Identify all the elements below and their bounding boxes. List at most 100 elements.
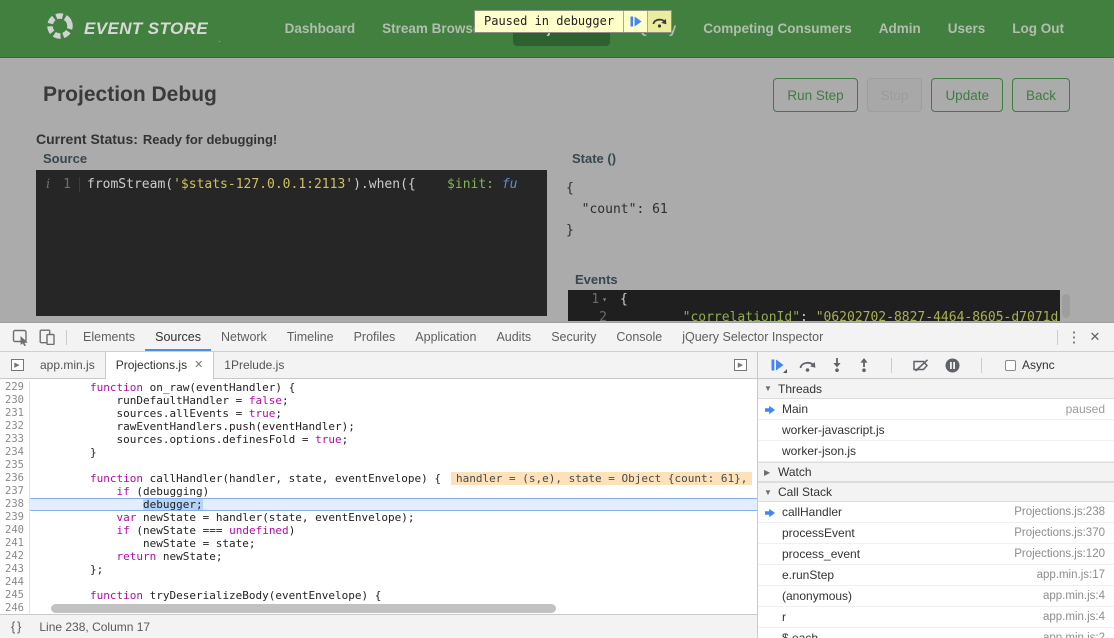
nav-item-competing-consumers[interactable]: Competing Consumers [703, 21, 852, 36]
nav-item-log-out[interactable]: Log Out [1012, 21, 1064, 36]
step-over-button[interactable] [799, 359, 816, 372]
code-line-241[interactable]: 241 newState = state; [0, 537, 757, 550]
thread-row-main[interactable]: Mainpaused [758, 399, 1114, 420]
devtools-tab-network[interactable]: Network [211, 323, 277, 351]
update-button[interactable]: Update [931, 78, 1003, 112]
run-step-button[interactable]: Run Step [773, 78, 857, 112]
gutter-line-240[interactable]: 240 [0, 524, 30, 537]
events-scrollbar-thumb[interactable] [1062, 294, 1070, 318]
gutter-line-241[interactable]: 241 [0, 537, 30, 550]
events-editor[interactable]: 1 ▾ { 2 "correlationId": "06202702-8827-… [568, 290, 1060, 321]
thread-row-worker-javascript-js[interactable]: worker-javascript.js [758, 420, 1114, 441]
file-tab-app-min-js[interactable]: app.min.js [30, 352, 105, 378]
file-tab-projections-js[interactable]: Projections.js✕ [105, 352, 215, 379]
code-line-237[interactable]: 237 if (debugging) [0, 485, 757, 498]
stop-button[interactable]: Stop [867, 78, 923, 112]
banner-resume-button[interactable] [623, 11, 647, 32]
brand-logo[interactable]: EVENT STORE . [45, 11, 220, 46]
file-tab-1prelude-js[interactable]: 1Prelude.js [214, 352, 294, 378]
devtools-tab-application[interactable]: Application [405, 323, 486, 351]
gutter-line-245[interactable]: 245 [0, 589, 30, 602]
devtools-close-icon[interactable]: ✕ [1084, 329, 1106, 345]
back-button[interactable]: Back [1012, 78, 1070, 112]
resume-script-button[interactable] [771, 359, 784, 371]
nav-item-stream-browser[interactable]: Stream Browser [382, 21, 486, 36]
gutter-line-236[interactable]: 236 [0, 472, 30, 485]
code-line-231[interactable]: 231 sources.allEvents = true; [0, 407, 757, 420]
code-line-240[interactable]: 240 if (newState === undefined) [0, 524, 757, 537]
code-line-230[interactable]: 230 runDefaultHandler = false; [0, 394, 757, 407]
code-line-242[interactable]: 242 return newState; [0, 550, 757, 563]
call-stack-section-header[interactable]: ▼ Call Stack [758, 482, 1114, 502]
gutter-line-229[interactable]: 229 [0, 381, 30, 394]
code-line-246[interactable]: 246 [0, 602, 757, 614]
gutter-line-238[interactable]: 238 [0, 498, 30, 511]
devtools-tab-timeline[interactable]: Timeline [277, 323, 344, 351]
code-line-232[interactable]: 232 rawEventHandlers.push(eventHandler); [0, 420, 757, 433]
gutter-line-232[interactable]: 232 [0, 420, 30, 433]
nav-item-users[interactable]: Users [948, 21, 986, 36]
call-stack-frame-anonymous[interactable]: (anonymous)app.min.js:4 [758, 586, 1114, 607]
code-line-239[interactable]: 239 var newState = handler(state, eventE… [0, 511, 757, 524]
nav-item-dashboard[interactable]: Dashboard [285, 21, 356, 36]
step-out-button[interactable] [858, 358, 870, 372]
toggle-panel-icon[interactable]: ▶ [734, 352, 747, 378]
gutter-line-246[interactable]: 246 [0, 602, 30, 614]
thread-row-worker-json-js[interactable]: worker-json.js [758, 441, 1114, 462]
banner-step-over-button[interactable] [647, 11, 671, 32]
gutter-line-244[interactable]: 244 [0, 576, 30, 589]
devtools-tab-jquery-selector-inspector[interactable]: jQuery Selector Inspector [672, 323, 833, 351]
source-gutter[interactable]: i 1 [36, 177, 80, 192]
nav-item-admin[interactable]: Admin [879, 21, 921, 36]
gutter-line-233[interactable]: 233 [0, 433, 30, 446]
devtools-tab-profiles[interactable]: Profiles [344, 323, 406, 351]
threads-section-header[interactable]: ▼ Threads [758, 379, 1114, 399]
horizontal-scrollbar-thumb[interactable] [51, 604, 556, 613]
fold-arrow-icon[interactable]: ▾ [602, 295, 607, 304]
code-line-234[interactable]: 234 } [0, 446, 757, 459]
step-into-button[interactable] [831, 358, 843, 372]
events-gutter-line2[interactable]: 2 [568, 310, 614, 322]
code-line-235[interactable]: 235 [0, 459, 757, 472]
call-stack-frame-each[interactable]: $.eachapp.min.js:2 [758, 628, 1114, 638]
code-line-233[interactable]: 233 sources.options.definesFold = true; [0, 433, 757, 446]
gutter-line-242[interactable]: 242 [0, 550, 30, 563]
pretty-print-icon[interactable]: {} [11, 620, 23, 634]
watch-section-header[interactable]: ▶ Watch [758, 462, 1114, 482]
code-line-236[interactable]: 236 function callHandler(handler, state,… [0, 472, 757, 485]
code-line-243[interactable]: 243 }; [0, 563, 757, 576]
devtools-tab-elements[interactable]: Elements [73, 323, 145, 351]
call-stack-frame-r[interactable]: rapp.min.js:4 [758, 607, 1114, 628]
call-stack-frame-callhandler[interactable]: callHandlerProjections.js:238 [758, 502, 1114, 523]
code-line-238[interactable]: 238 debugger; [0, 498, 757, 511]
events-gutter-line1[interactable]: 1 ▾ [568, 292, 614, 307]
gutter-line-230[interactable]: 230 [0, 394, 30, 407]
code-line-245[interactable]: 245 function tryDeserializeBody(eventEnv… [0, 589, 757, 602]
checkbox-icon[interactable] [1005, 360, 1016, 371]
devtools-tab-sources[interactable]: Sources [145, 323, 211, 351]
close-tab-icon[interactable]: ✕ [194, 353, 203, 378]
device-toolbar-icon[interactable] [34, 323, 60, 351]
gutter-line-243[interactable]: 243 [0, 563, 30, 576]
gutter-line-234[interactable]: 234 [0, 446, 30, 459]
inspect-element-icon[interactable] [8, 323, 34, 351]
async-checkbox[interactable]: Async [1005, 358, 1055, 372]
deactivate-breakpoints-button[interactable] [913, 359, 930, 372]
gutter-line-237[interactable]: 237 [0, 485, 30, 498]
pause-on-exceptions-button[interactable] [945, 358, 960, 373]
show-navigator-icon[interactable]: ▶ [4, 352, 30, 378]
devtools-tab-security[interactable]: Security [541, 323, 606, 351]
source-code-editor[interactable]: i 1 fromStream('$stats-127.0.0.1:2113').… [36, 170, 547, 316]
devtools-menu-icon[interactable]: ⋮ [1064, 328, 1084, 346]
call-stack-frame-processevent[interactable]: processEventProjections.js:370 [758, 523, 1114, 544]
gutter-line-235[interactable]: 235 [0, 459, 30, 472]
call-stack-frame-e-runstep[interactable]: e.runStepapp.min.js:17 [758, 565, 1114, 586]
devtools-tab-console[interactable]: Console [606, 323, 672, 351]
code-line-244[interactable]: 244 [0, 576, 757, 589]
code-editor[interactable]: 229 function on_raw(eventHandler) {230 r… [0, 379, 757, 614]
devtools-tab-audits[interactable]: Audits [486, 323, 541, 351]
call-stack-frame-process-event[interactable]: process_eventProjections.js:120 [758, 544, 1114, 565]
code-line-229[interactable]: 229 function on_raw(eventHandler) { [0, 381, 757, 394]
gutter-line-239[interactable]: 239 [0, 511, 30, 524]
gutter-line-231[interactable]: 231 [0, 407, 30, 420]
